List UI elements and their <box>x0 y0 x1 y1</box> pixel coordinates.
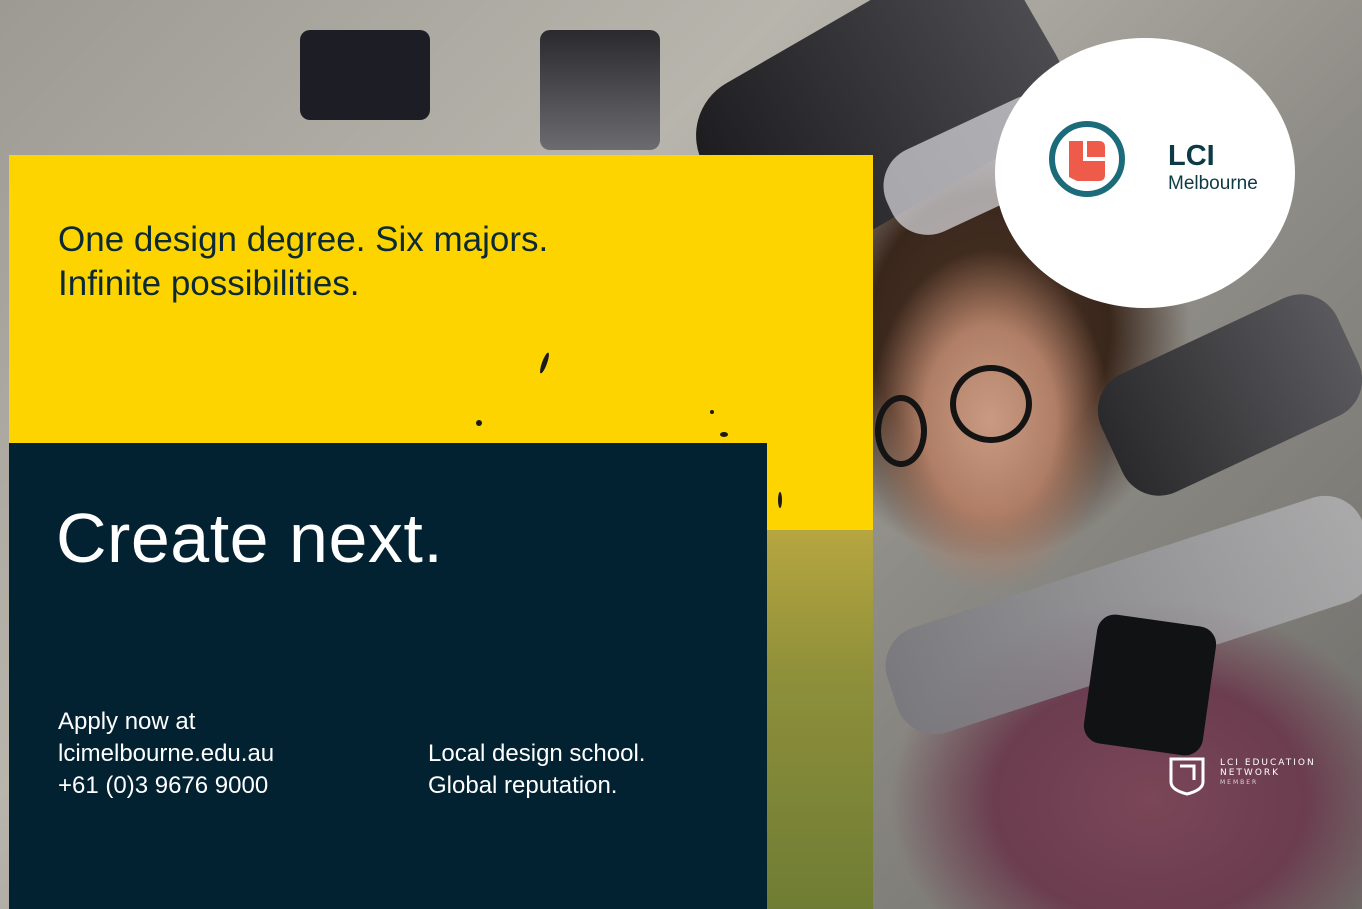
paint-stroke <box>540 30 660 150</box>
paint-speck <box>476 420 482 426</box>
paint-speck <box>778 492 782 508</box>
lci-logo-icon <box>1049 121 1125 197</box>
logo-name: LCI <box>1168 140 1215 172</box>
glasses-lens <box>950 365 1032 443</box>
paint-speck <box>720 432 728 437</box>
slogan-line: Global reputation. <box>428 772 618 799</box>
tagline: Create next. <box>56 499 444 577</box>
headline: One design degree. Six majors. Infinite … <box>58 218 758 306</box>
headline-line: Infinite possibilities. <box>58 264 360 303</box>
network-shield-icon <box>1169 757 1205 796</box>
network-member: MEMBER <box>1220 779 1259 786</box>
paint-speck <box>710 410 714 414</box>
phone-number[interactable]: +61 (0)3 9676 9000 <box>58 770 274 802</box>
contact-block: Apply now at lcimelbourne.edu.au +61 (0)… <box>58 706 274 802</box>
network-text: LCI EDUCATION NETWORK MEMBER <box>1220 758 1316 788</box>
slogan-line: Local design school. <box>428 740 646 767</box>
paint-stroke <box>1084 281 1362 509</box>
slogan: Local design school. Global reputation. <box>428 738 645 802</box>
headline-line: One design degree. Six majors. <box>58 220 549 259</box>
paint-stroke <box>300 30 430 120</box>
network-line: NETWORK <box>1220 768 1281 778</box>
apply-label: Apply now at <box>58 708 196 735</box>
website-link[interactable]: lcimelbourne.edu.au <box>58 738 274 770</box>
paint-splash <box>767 530 873 909</box>
network-line: LCI EDUCATION <box>1220 758 1316 768</box>
logo-city: Melbourne <box>1168 173 1258 194</box>
paint-brush <box>1081 612 1219 758</box>
glasses-lens <box>875 395 927 467</box>
logo-text: LCI Melbourne <box>1168 140 1258 196</box>
advertisement-banner: One design degree. Six majors. Infinite … <box>0 0 1362 909</box>
